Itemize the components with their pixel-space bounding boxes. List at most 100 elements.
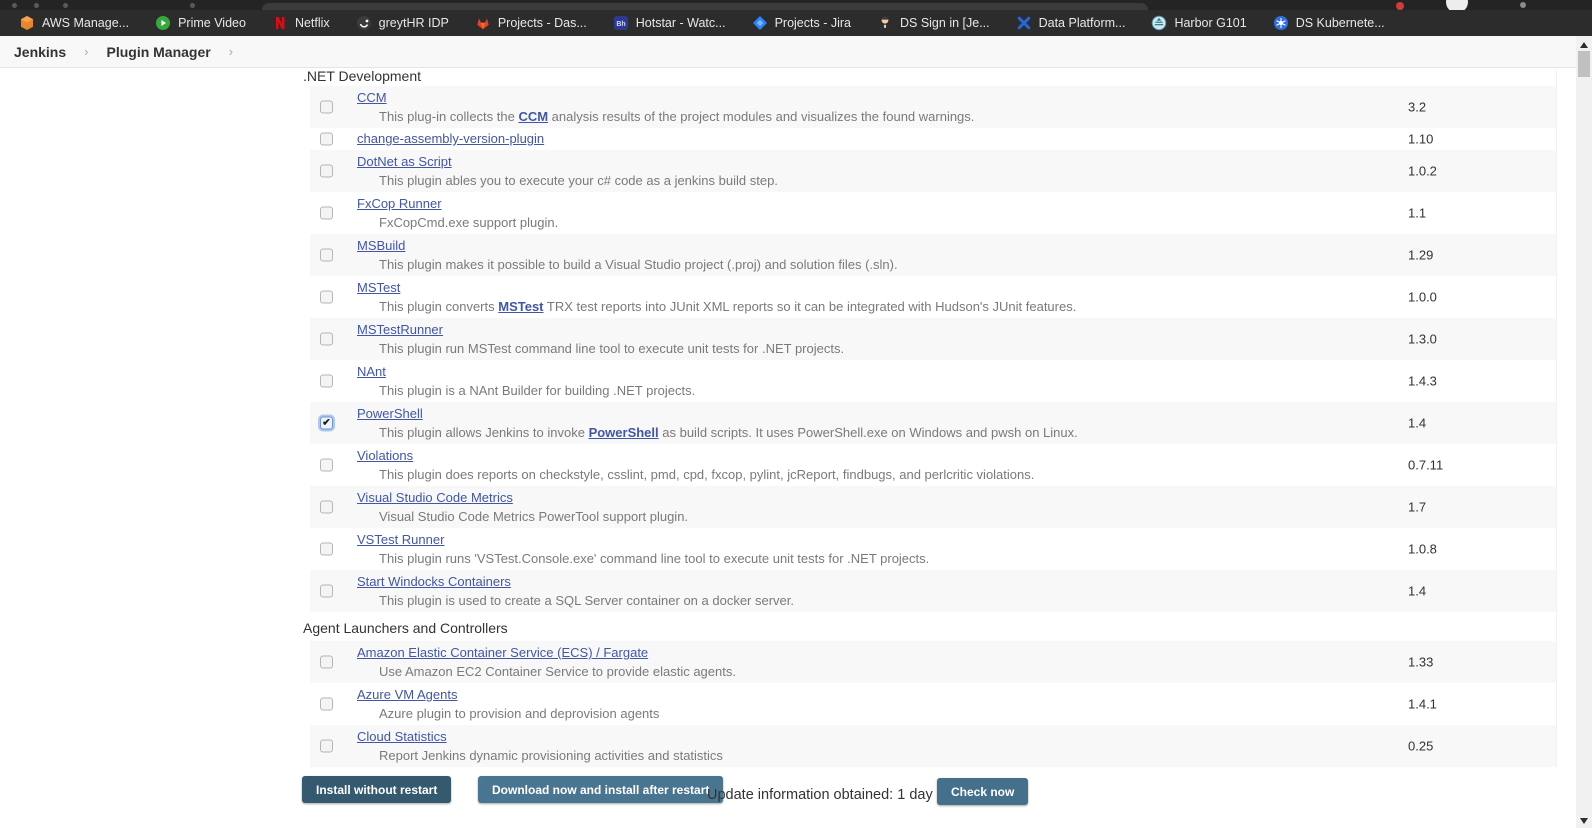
plugin-row: Amazon Elastic Container Service (ECS) /… — [310, 641, 1556, 683]
breadcrumb-jenkins[interactable]: Jenkins — [14, 44, 66, 60]
download-install-after-restart-button[interactable]: Download now and install after restart — [478, 776, 724, 803]
plugin-description: Report Jenkins dynamic provisioning acti… — [379, 748, 723, 763]
plugin-version: 1.7 — [1408, 499, 1427, 515]
plugin-row: FxCop Runner FxCopCmd.exe support plugin.… — [310, 192, 1556, 234]
bookmark-item-6[interactable]: Projects - Jira — [739, 10, 864, 36]
recording-indicator-icon — [1396, 2, 1404, 10]
plugin-row: Azure VM Agents Azure plugin to provision… — [310, 683, 1556, 725]
plugin-version: 1.29 — [1408, 247, 1434, 263]
plugin-link[interactable]: change-assembly-version-plugin — [357, 131, 544, 146]
plugin-row: MSTest This plugin converts MSTest TRX te… — [310, 276, 1556, 318]
tab-favicon-dot — [12, 3, 17, 8]
plugin-link[interactable]: DotNet as Script — [357, 154, 452, 169]
plugin-checkbox[interactable] — [320, 458, 333, 472]
plugin-description: This plugin converts MSTest TRX test rep… — [379, 299, 1076, 314]
plugin-row: Start Windocks Containers This plugin is … — [310, 570, 1556, 612]
plugin-checkbox[interactable] — [320, 290, 333, 304]
plugin-version: 1.10 — [1408, 131, 1434, 147]
description-text: FxCopCmd.exe support plugin. — [379, 215, 559, 230]
bookmark-item-3[interactable]: greytHR IDP — [343, 10, 462, 36]
plugin-link[interactable]: Azure VM Agents — [357, 687, 457, 702]
plugin-link[interactable]: Violations — [357, 448, 413, 463]
breadcrumb-plugin-manager[interactable]: Plugin Manager — [106, 44, 210, 60]
plugin-checkbox[interactable] — [320, 584, 333, 598]
plugin-checkbox[interactable] — [320, 697, 333, 711]
plugin-checkbox[interactable] — [320, 132, 333, 146]
plugin-checkbox[interactable] — [320, 374, 333, 388]
plugin-link[interactable]: MSTest — [357, 280, 400, 295]
plugin-checkbox[interactable] — [320, 164, 333, 178]
bookmark-item-2[interactable]: Netflix — [259, 10, 343, 36]
plugin-row: MSBuild This plugin makes it possible to … — [310, 234, 1556, 276]
plugin-row: ✔ PowerShell This plugin allows Jenkins to… — [310, 402, 1556, 444]
plugin-version: 1.4.3 — [1408, 373, 1437, 389]
plugin-link[interactable]: Start Windocks Containers — [357, 574, 511, 589]
plugin-description: This plugin ables you to execute your c#… — [379, 173, 778, 188]
plugin-checkbox[interactable] — [320, 739, 333, 753]
description-text: This plugin ables you to execute your c#… — [379, 173, 778, 188]
scrollbar[interactable] — [1576, 36, 1592, 828]
scrollbar-thumb[interactable] — [1578, 51, 1590, 77]
extension-icon[interactable] — [1520, 2, 1526, 8]
description-link[interactable]: MSTest — [498, 299, 543, 314]
description-link[interactable]: PowerShell — [589, 425, 659, 440]
plugin-checkbox[interactable] — [320, 100, 333, 114]
install-without-restart-button[interactable]: Install without restart — [302, 776, 452, 803]
blue-x-icon — [1016, 15, 1032, 31]
plugin-version: 0.7.11 — [1408, 457, 1444, 473]
plugin-checkbox[interactable]: ✔ — [320, 416, 333, 430]
plugin-row: DotNet as Script This plugin ables you to… — [310, 150, 1556, 192]
description-link[interactable]: CCM — [518, 109, 548, 124]
bookmark-item-1[interactable]: Prime Video — [142, 10, 259, 36]
bookmark-item-0[interactable]: AWS Manage... — [6, 10, 142, 36]
plugin-description: This plugin is a NAnt Builder for buildi… — [379, 383, 695, 398]
plugin-description: This plugin runs 'VSTest.Console.exe' co… — [379, 551, 929, 566]
plugin-version: 1.4.1 — [1408, 696, 1437, 712]
bookmark-item-8[interactable]: Data Platform... — [1003, 10, 1139, 36]
description-text: This plugin does reports on checkstyle, … — [379, 467, 1035, 482]
plugin-checkbox[interactable] — [320, 206, 333, 220]
bookmark-item-4[interactable]: Projects - Das... — [462, 10, 600, 36]
bookmarks-bar: AWS Manage... Prime Video Netflix greytHR I… — [0, 10, 1592, 36]
plugin-link[interactable]: PowerShell — [357, 406, 423, 421]
plugin-version: 0.25 — [1408, 738, 1434, 754]
description-text: This plugin runs 'VSTest.Console.exe' co… — [379, 551, 930, 566]
plugin-checkbox[interactable] — [320, 332, 333, 346]
plugin-version: 1.0.2 — [1408, 163, 1437, 179]
plugin-checkbox[interactable] — [320, 248, 333, 262]
bookmark-label: Harbor G101 — [1174, 16, 1247, 30]
bookmark-item-7[interactable]: DS Sign in [Je... — [864, 10, 1003, 36]
plugin-link[interactable]: MSTestRunner — [357, 322, 443, 337]
scroll-down-arrow-icon[interactable] — [1580, 818, 1588, 824]
plugin-checkbox[interactable] — [320, 500, 333, 514]
bookmark-item-10[interactable]: DS Kubernete... — [1260, 10, 1398, 36]
check-now-button[interactable]: Check now — [937, 778, 1029, 805]
plugin-link[interactable]: Visual Studio Code Metrics — [357, 490, 513, 505]
hotstar-icon: Bh — [613, 15, 629, 31]
plugin-link[interactable]: VSTest Runner — [357, 532, 444, 547]
plugin-description: This plug-in collects the CCM analysis r… — [379, 109, 974, 124]
plugin-link[interactable]: Amazon Elastic Container Service (ECS) /… — [357, 645, 648, 660]
plugin-row: CCM This plug-in collects the CCM analysi… — [310, 86, 1556, 128]
description-text: Azure plugin to provision and deprovisio… — [379, 706, 660, 721]
plugin-link[interactable]: NAnt — [357, 364, 386, 379]
tab-favicon-dot — [63, 3, 68, 8]
address-bar[interactable] — [262, 3, 1148, 10]
description-text: This plugin is used to create a SQL Serv… — [379, 593, 795, 608]
plugin-link[interactable]: Cloud Statistics — [357, 729, 447, 744]
plugin-link[interactable]: CCM — [357, 90, 387, 105]
plugin-version: 1.1 — [1408, 205, 1427, 221]
netflix-icon — [272, 15, 288, 31]
plugin-link[interactable]: FxCop Runner — [357, 196, 442, 211]
plugin-description: This plugin is used to create a SQL Serv… — [379, 593, 794, 608]
bookmark-item-9[interactable]: Harbor G101 — [1138, 10, 1259, 36]
bookmark-item-5[interactable]: Bh Hotstar - Watc... — [600, 10, 739, 36]
scroll-up-arrow-icon[interactable] — [1580, 42, 1588, 48]
description-text: Report Jenkins dynamic provisioning acti… — [379, 748, 723, 763]
plugin-link[interactable]: MSBuild — [357, 238, 405, 253]
description-text: analysis results of the project modules … — [548, 109, 975, 124]
plugin-description: This plugin allows Jenkins to invoke Pow… — [379, 425, 1078, 440]
plugin-table: .NET Development CCM This plug-in collects… — [303, 67, 1557, 767]
plugin-checkbox[interactable] — [320, 542, 333, 556]
plugin-checkbox[interactable] — [320, 655, 333, 669]
